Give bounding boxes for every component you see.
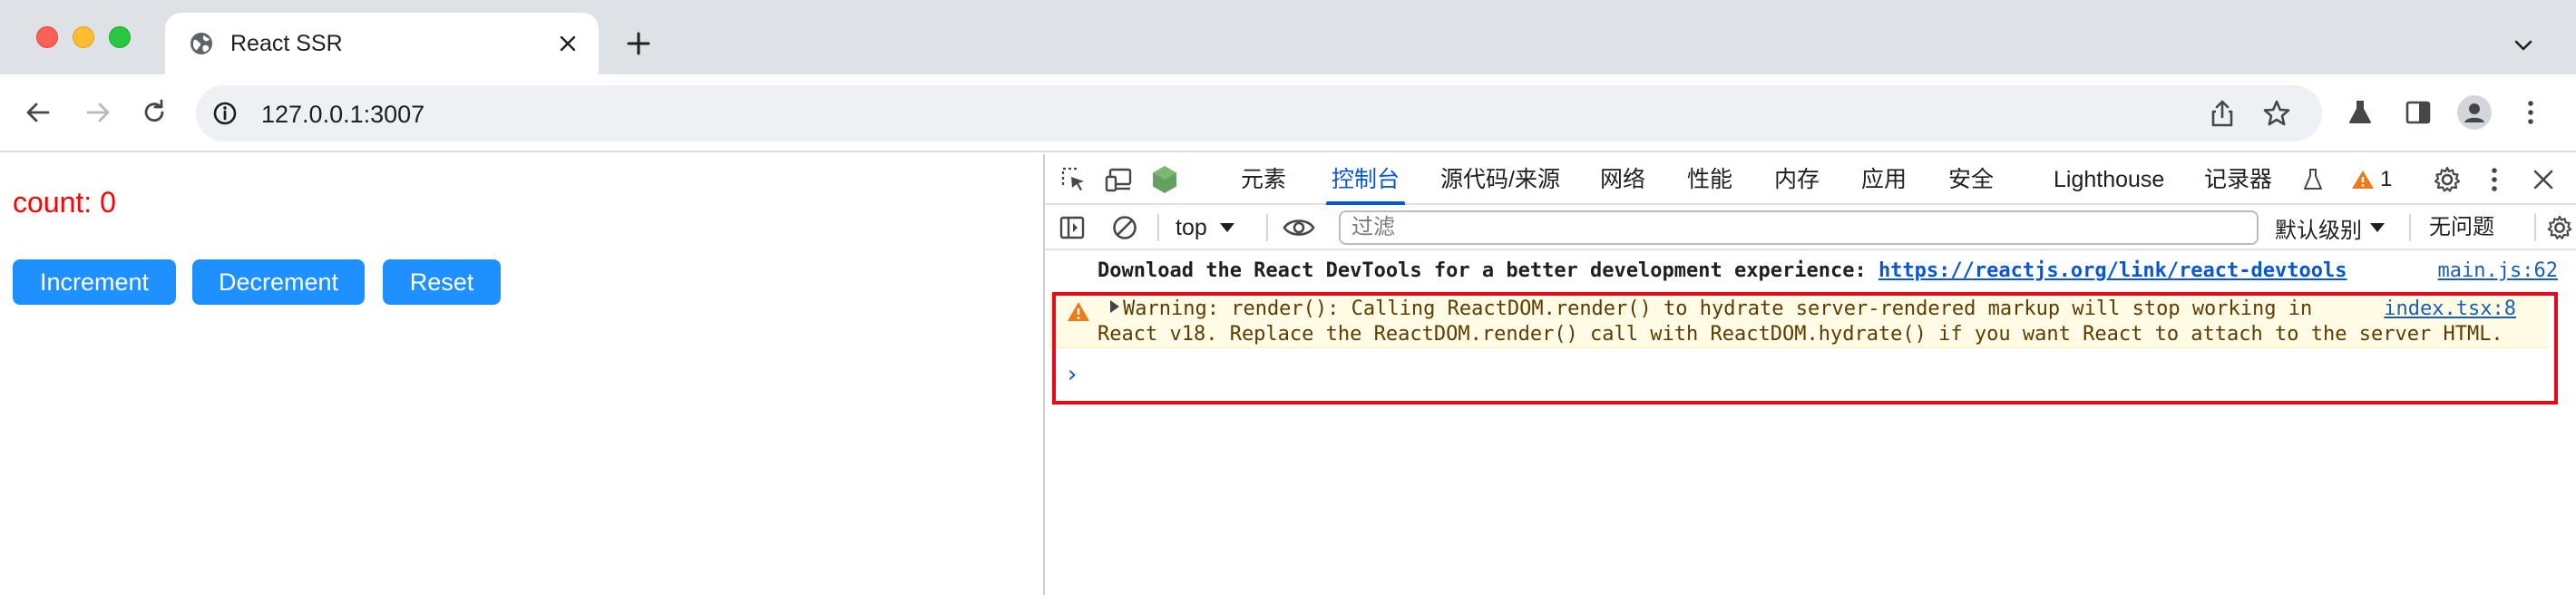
context-label: top <box>1176 214 1207 240</box>
tab-sources[interactable]: 源代码/来源 <box>1440 154 1560 205</box>
chevron-down-icon[interactable] <box>2507 29 2540 62</box>
context-selector[interactable]: top <box>1176 212 1236 243</box>
address-bar[interactable]: 127.0.0.1:3007 <box>196 85 2322 141</box>
warning-text-line-1: Warning: render(): Calling ReactDOM.rend… <box>1123 298 2313 320</box>
back-arrow-icon[interactable] <box>20 94 56 131</box>
recorder-flask-icon <box>2297 163 2329 196</box>
forward-arrow-icon[interactable] <box>80 94 116 131</box>
devtools-tab-bar: 元素 控制台 源代码/来源 网络 性能 内存 应用 安全 Lighthouse … <box>1045 154 2576 205</box>
bookmark-star-icon[interactable] <box>2260 97 2293 130</box>
sidebar-toggle-icon[interactable] <box>1056 211 1088 244</box>
reload-icon[interactable] <box>136 94 172 131</box>
tab-lighthouse[interactable]: Lighthouse <box>2054 154 2164 205</box>
minimize-window-button[interactable] <box>73 26 94 48</box>
device-toolbar-icon[interactable] <box>1103 163 1136 196</box>
console-filter-input[interactable]: 过滤 <box>1339 210 2259 245</box>
tab-elements[interactable]: 元素 <box>1241 154 1286 205</box>
increment-button[interactable]: Increment <box>13 259 176 305</box>
info-message-text: Download the React DevTools for a better… <box>1098 258 2347 285</box>
browser-tab[interactable]: React SSR <box>165 13 599 74</box>
source-link-main-js[interactable]: main.js:62 <box>2438 258 2558 285</box>
issues-counter[interactable]: 1 <box>2351 163 2392 196</box>
console-output: Download the React DevTools for a better… <box>1045 250 2576 595</box>
warning-triangle-icon <box>1068 302 1089 321</box>
tab-performance[interactable]: 性能 <box>1687 154 1732 205</box>
clear-console-icon[interactable] <box>1108 211 1141 244</box>
close-window-button[interactable] <box>36 26 58 48</box>
reset-button[interactable]: Reset <box>383 259 501 305</box>
tab-security[interactable]: 安全 <box>1948 154 1994 205</box>
close-tab-icon[interactable] <box>553 29 582 58</box>
dropdown-triangle-icon <box>1219 223 1234 232</box>
browser-toolbar: 127.0.0.1:3007 <box>0 74 2576 152</box>
labs-flask-icon[interactable] <box>2342 94 2378 131</box>
share-icon[interactable] <box>2206 97 2239 130</box>
divider <box>1157 214 1159 241</box>
url-text: 127.0.0.1:3007 <box>261 101 425 128</box>
tab-title: React SSR <box>230 31 343 56</box>
issues-status[interactable]: 无问题 <box>2429 212 2494 243</box>
expand-triangle-icon[interactable] <box>1108 298 1121 315</box>
maximize-window-button[interactable] <box>109 26 131 48</box>
tab-memory[interactable]: 内存 <box>1774 154 1820 205</box>
info-message-prefix: Download the React DevTools for a better… <box>1098 259 1878 282</box>
divider <box>1266 214 1268 241</box>
warning-text-line-2: React v18. Replace the ReactDOM.render()… <box>1098 323 2503 346</box>
react-node-hexagon-icon[interactable] <box>1148 163 1181 196</box>
inspect-element-icon[interactable] <box>1058 163 1090 196</box>
new-tab-icon[interactable] <box>622 27 655 60</box>
side-panel-icon[interactable] <box>2400 94 2436 131</box>
tab-strip: React SSR <box>0 0 2576 74</box>
divider <box>2409 214 2411 241</box>
count-display: count: 0 <box>13 186 116 219</box>
decrement-button[interactable]: Decrement <box>192 259 365 305</box>
log-levels-dropdown[interactable]: 默认级别 <box>2275 212 2386 243</box>
browser-window: React SSR 127.0.0.1:3007 count: 0 Increm… <box>0 0 2576 595</box>
devtools-more-icon[interactable] <box>2478 163 2511 196</box>
source-link-index-tsx[interactable]: index.tsx:8 <box>2384 297 2516 322</box>
console-message-info: Download the React DevTools for a better… <box>1045 258 2576 285</box>
console-filter-bar: top 过滤 默认级别 无问题 <box>1045 205 2576 250</box>
tab-network[interactable]: 网络 <box>1600 154 1645 205</box>
warning-triangle-icon <box>2352 171 2374 189</box>
console-settings-gear-icon[interactable] <box>2543 211 2576 244</box>
tab-console[interactable]: 控制台 <box>1325 154 1406 205</box>
devtools-panel: 元素 控制台 源代码/来源 网络 性能 内存 应用 安全 Lighthouse … <box>1043 154 2576 595</box>
console-prompt[interactable]: › <box>1065 361 1079 388</box>
divider <box>2534 214 2536 241</box>
console-message-warning: Warning: render(): Calling ReactDOM.rend… <box>1049 294 2549 348</box>
react-devtools-link[interactable]: https://reactjs.org/link/react-devtools <box>1878 259 2347 282</box>
issues-count: 1 <box>2380 167 2393 191</box>
site-info-icon[interactable] <box>210 99 239 128</box>
settings-gear-icon[interactable] <box>2431 163 2464 196</box>
dropdown-triangle-icon <box>2370 223 2385 232</box>
tab-recorder[interactable]: 记录器 <box>2204 154 2272 205</box>
tab-application[interactable]: 应用 <box>1861 154 1907 205</box>
globe-icon <box>190 33 212 54</box>
log-levels-label: 默认级别 <box>2275 218 2362 243</box>
more-menu-icon[interactable] <box>2513 94 2549 131</box>
profile-avatar-icon[interactable] <box>2456 94 2493 131</box>
live-expression-eye-icon[interactable] <box>1283 211 1315 244</box>
page-content: count: 0 Increment Decrement Reset <box>0 154 1043 595</box>
close-devtools-icon[interactable] <box>2527 163 2560 196</box>
